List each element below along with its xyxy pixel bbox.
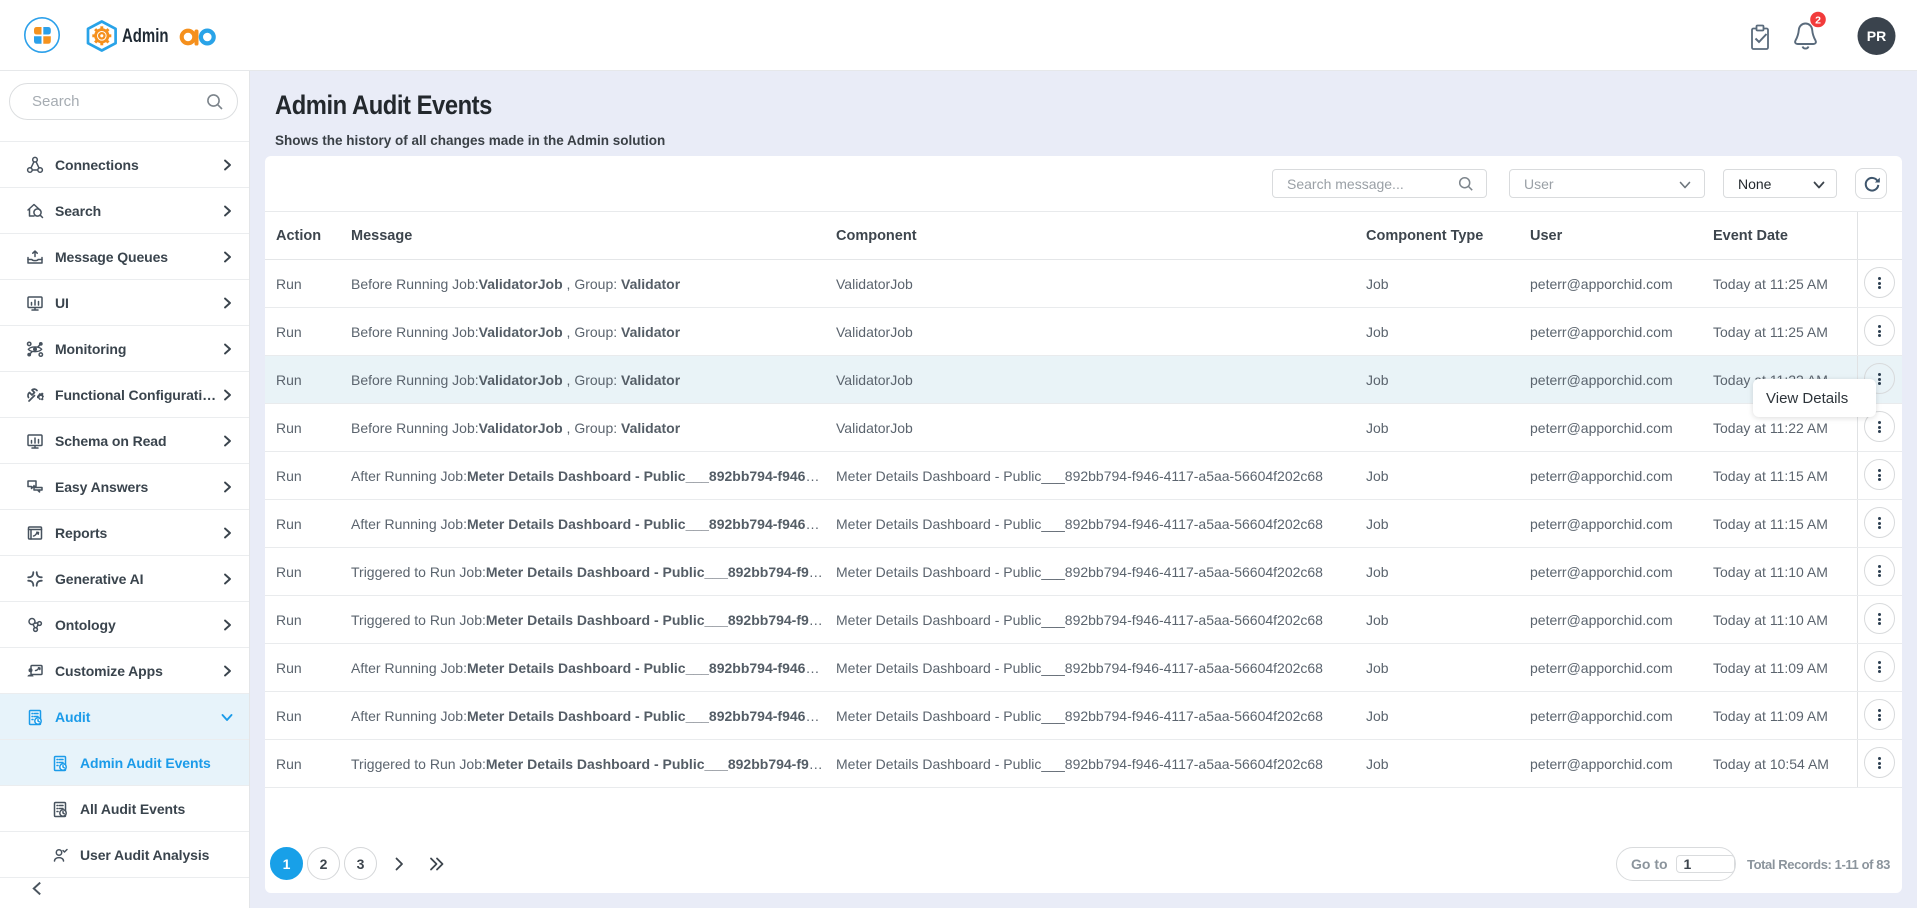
svg-text:2: 2	[1815, 14, 1821, 26]
svg-text:PR: PR	[1867, 28, 1886, 44]
svg-text:Admin: Admin	[122, 26, 169, 47]
